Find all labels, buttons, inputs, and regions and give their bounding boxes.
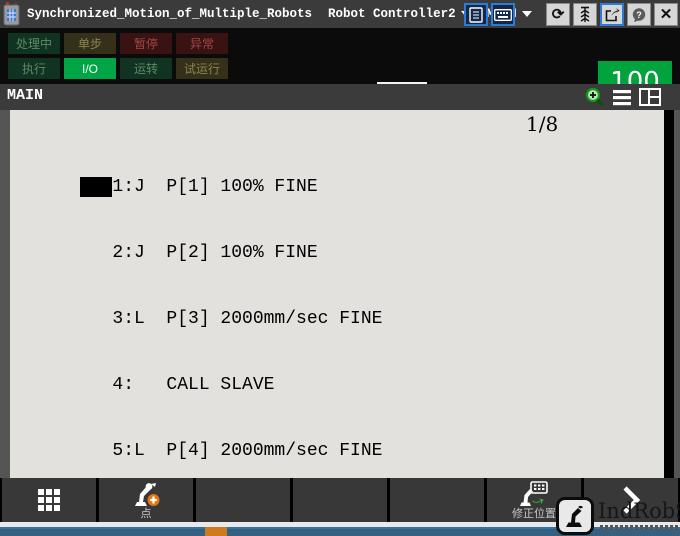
led-io: I/O [64, 58, 116, 79]
robot-arm-logo-icon [566, 505, 583, 527]
program-line[interactable]: 5:L P[4] 2000mm/sec FINE [80, 440, 382, 462]
controller-dropdown-label: Robot Controller2 [328, 7, 456, 21]
close-icon: ✕ [659, 6, 673, 23]
toolbar-empty-button-3[interactable] [390, 478, 484, 522]
led-fault: 异常 [176, 33, 228, 54]
robot-add-point-icon [135, 482, 160, 506]
window-title: Synchronized_Motion_of_Multiple_Robots [27, 7, 313, 21]
right-frame-strip [664, 110, 674, 478]
zoom-in-button[interactable] [582, 86, 606, 108]
controller-dropdown[interactable]: Robot Controller2 [328, 7, 471, 21]
add-point-label: 点 [140, 507, 152, 520]
svg-text:?: ? [636, 10, 642, 20]
add-point-button[interactable]: 点 [99, 478, 193, 522]
status-panel: 处理中 单步 暂停 异常 执行 I/O 运转 试运行 MAIN 行0 T2 中止… [0, 28, 680, 108]
main-area: 1/8 1:J P[1] 100% FINE 2:J P[2] 100% FIN… [0, 110, 680, 527]
split-view-button[interactable] [638, 86, 662, 108]
pop-out-arrow-icon [605, 8, 619, 22]
split-window-icon [639, 88, 661, 106]
watermark-tagline-strip [600, 525, 680, 530]
magnifier-plus-icon [585, 87, 604, 107]
pendant-view-button[interactable] [464, 3, 488, 26]
program-window-header: MAIN [0, 84, 680, 111]
teach-pendant-app-icon [3, 2, 20, 26]
jog-mast-icon [580, 6, 590, 22]
pop-out-button[interactable] [600, 3, 624, 26]
title-bar: Synchronized_Motion_of_Multiple_Robots R… [0, 0, 680, 28]
jog-mast-button[interactable] [573, 3, 597, 26]
program-line-current[interactable]: 1:J P[1] 100% FINE [80, 176, 382, 198]
pendant-icon [469, 6, 483, 23]
refresh-button[interactable]: ⟳ [546, 3, 570, 26]
program-editor-content[interactable]: 1/8 1:J P[1] 100% FINE 2:J P[2] 100% FIN… [10, 110, 664, 527]
bottom-frame-orange-segment [205, 527, 227, 536]
page-indicator: 1/8 [526, 112, 559, 136]
grid-icon [38, 489, 60, 511]
toolbar-empty-button-1[interactable] [196, 478, 290, 522]
help-button[interactable]: ? [627, 3, 651, 26]
led-busy: 处理中 [8, 33, 60, 54]
program-line[interactable]: 3:L P[3] 2000mm/sec FINE [80, 308, 382, 330]
toolbar-empty-button-2[interactable] [293, 478, 387, 522]
touchup-position-label: 修正位置 [512, 507, 556, 520]
teach-pendant-window: Synchronized_Motion_of_Multiple_Robots R… [0, 0, 680, 536]
watermark: IndRobSim [556, 497, 680, 536]
status-led-grid: 处理中 单步 暂停 异常 执行 I/O 运转 试运行 [8, 33, 228, 79]
led-run: 执行 [8, 58, 60, 79]
help-icon: ? [632, 7, 646, 22]
program-window-title: MAIN [7, 87, 44, 104]
apps-grid-button[interactable] [2, 478, 96, 522]
line-cursor [80, 177, 113, 197]
led-prod: 运转 [120, 58, 172, 79]
program-line[interactable]: 2:J P[2] 100% FINE [80, 242, 382, 264]
led-step: 单步 [64, 33, 116, 54]
close-button[interactable]: ✕ [654, 3, 678, 26]
refresh-icon: ⟳ [551, 6, 565, 23]
touchup-position-icon [520, 480, 548, 506]
menu-button[interactable] [610, 86, 634, 108]
watermark-logo-box [556, 497, 594, 535]
keyboard-icon [494, 8, 512, 21]
program-line-list: 1:J P[1] 100% FINE 2:J P[2] 100% FINE 3:… [80, 132, 382, 536]
led-hold: 暂停 [120, 33, 172, 54]
titlebar-buttons: ⟳ ? ✕ [461, 3, 678, 26]
program-line[interactable]: 4: CALL SLAVE [80, 374, 382, 396]
led-test: 试运行 [176, 58, 228, 79]
program-header-buttons [578, 86, 662, 108]
watermark-brand-text: IndRobSim [598, 499, 680, 523]
keyboard-button[interactable] [491, 3, 515, 26]
hamburger-menu-icon [613, 89, 631, 105]
